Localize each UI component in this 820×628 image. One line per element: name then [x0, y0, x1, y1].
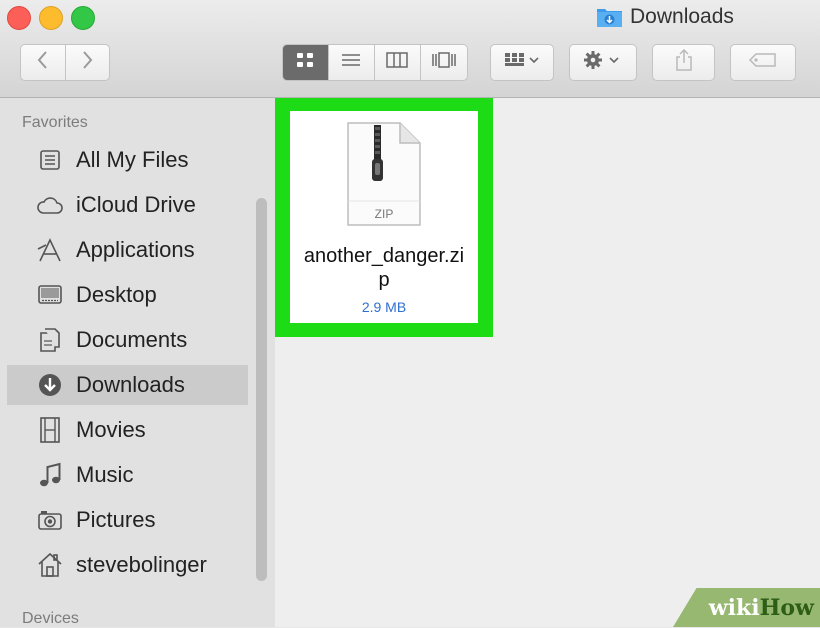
- sidebar-item-label: Pictures: [76, 507, 156, 532]
- wikihow-watermark: wiki How: [673, 588, 820, 627]
- toolbar: Downloads: [0, 0, 820, 98]
- sidebar-item-movies[interactable]: Movies: [7, 410, 248, 450]
- file-name: another_danger.zi p: [290, 244, 478, 292]
- home-icon: [35, 550, 65, 580]
- column-view-button[interactable]: [374, 45, 420, 80]
- nav-buttons: [20, 44, 110, 81]
- sidebar-item-home[interactable]: stevebolinger: [7, 545, 248, 585]
- camera-icon: [35, 505, 65, 535]
- film-icon: [35, 415, 65, 445]
- gear-icon: [583, 50, 623, 75]
- tags-button[interactable]: [730, 44, 796, 81]
- sidebar-item-documents[interactable]: Documents: [7, 320, 248, 360]
- sidebar-item-downloads[interactable]: Downloads: [7, 365, 248, 405]
- sidebar-item-label: All My Files: [76, 147, 189, 172]
- devices-heading: Devices: [22, 610, 79, 627]
- forward-button[interactable]: [64, 45, 109, 80]
- sidebar: Favorites All My Files iCloud Drive Appl…: [0, 98, 275, 627]
- window-title: Downloads: [596, 5, 734, 29]
- selection-highlight: ZIP another_danger.zi p 2.9 MB: [275, 98, 493, 337]
- applications-icon: [35, 235, 65, 265]
- file-size: 2.9 MB: [361, 299, 407, 315]
- cover-flow-icon: [431, 52, 457, 73]
- watermark-how: How: [759, 594, 814, 621]
- cloud-icon: [35, 190, 65, 220]
- downloads-icon: [35, 370, 65, 400]
- chevron-left-icon: [36, 50, 50, 75]
- music-note-icon: [35, 460, 65, 490]
- sidebar-item-music[interactable]: Music: [7, 455, 248, 495]
- cover-flow-button[interactable]: [419, 45, 467, 80]
- sidebar-scrollbar[interactable]: [256, 198, 267, 581]
- sidebar-item-label: Documents: [76, 327, 188, 352]
- file-name-line2: p: [378, 269, 390, 291]
- minimize-window-button[interactable]: [39, 6, 63, 30]
- column-view-icon: [386, 52, 409, 73]
- chevron-right-icon: [80, 50, 94, 75]
- arrange-grid-icon: [504, 52, 540, 73]
- downloads-folder-icon: [596, 6, 623, 28]
- sidebar-item-all-my-files[interactable]: All My Files: [7, 140, 248, 180]
- sidebar-item-applications[interactable]: Applications: [7, 230, 248, 270]
- list-view-button[interactable]: [327, 45, 375, 80]
- file-item[interactable]: ZIP another_danger.zi p 2.9 MB: [290, 111, 478, 323]
- file-name-line1: another_danger.zi: [303, 245, 465, 267]
- sidebar-item-label: Music: [76, 462, 134, 487]
- sidebar-item-label: Movies: [76, 417, 146, 442]
- sidebar-item-label: stevebolinger: [76, 552, 207, 577]
- sidebar-item-icloud-drive[interactable]: iCloud Drive: [7, 185, 248, 225]
- list-view-icon: [341, 53, 361, 72]
- sidebar-item-label: Desktop: [76, 282, 157, 307]
- action-button[interactable]: [569, 44, 637, 81]
- icon-view-icon: [296, 52, 314, 73]
- share-icon: [675, 48, 693, 76]
- icon-view-button[interactable]: [283, 45, 328, 80]
- sidebar-item-label: iCloud Drive: [76, 192, 196, 217]
- window-title-text: Downloads: [630, 5, 734, 28]
- sidebar-item-label: Applications: [76, 237, 195, 262]
- watermark-wiki: wiki: [708, 594, 760, 621]
- tag-icon: [748, 52, 778, 73]
- close-window-button[interactable]: [7, 6, 31, 30]
- documents-icon: [35, 325, 65, 355]
- all-files-icon: [35, 145, 65, 175]
- file-type-label: ZIP: [375, 207, 394, 221]
- file-browser-pane: ZIP another_danger.zi p 2.9 MB: [275, 98, 820, 627]
- sidebar-item-desktop[interactable]: Desktop: [7, 275, 248, 315]
- zip-archive-icon: ZIP: [344, 121, 424, 229]
- arrange-button[interactable]: [490, 44, 554, 81]
- view-switcher: [282, 44, 468, 81]
- sidebar-item-pictures[interactable]: Pictures: [7, 500, 248, 540]
- favorites-heading: Favorites: [22, 114, 88, 131]
- zoom-window-button[interactable]: [71, 6, 95, 30]
- desktop-icon: [35, 280, 65, 310]
- share-button[interactable]: [652, 44, 715, 81]
- back-button[interactable]: [21, 45, 65, 80]
- sidebar-item-label: Downloads: [76, 372, 185, 397]
